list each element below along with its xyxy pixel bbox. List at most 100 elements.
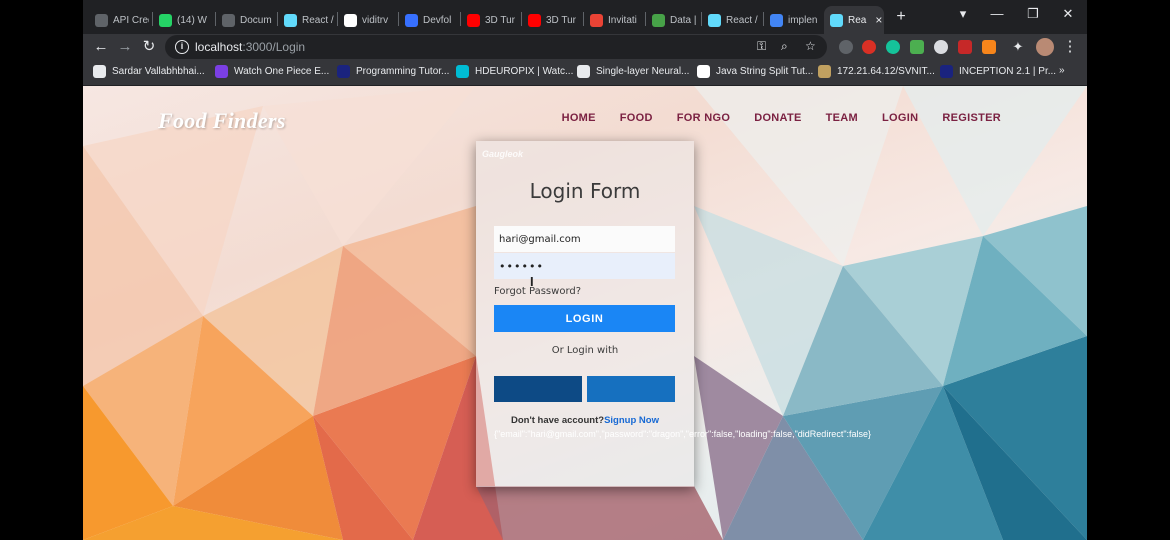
play-icon	[215, 65, 228, 78]
devfolio-icon	[405, 13, 418, 27]
metamask-icon[interactable]	[982, 40, 996, 54]
bookmark-icon	[337, 65, 350, 78]
browser-tab[interactable]: Invitati	[584, 6, 642, 34]
browser-tab[interactable]: React /	[702, 6, 760, 34]
browser-toolbar: ← → ↻ i localhost:3000/Login ⚿ ⌕ ☆ ✦ ⋮	[83, 34, 1087, 60]
tab-label: Data | c	[670, 14, 698, 26]
bookmark-item[interactable]: Sardar Vallabhbhai...	[93, 65, 205, 78]
social-login-button[interactable]	[494, 376, 582, 402]
browser-tab[interactable]: 3D Tur	[461, 6, 519, 34]
tab-label: React /	[726, 14, 758, 26]
bookmark-icon	[940, 65, 953, 78]
browser-tab[interactable]: React /	[278, 6, 336, 34]
browser-tab[interactable]: (14) W	[153, 6, 213, 34]
browser-tab[interactable]: implen	[764, 6, 820, 34]
tab-label: Invitati	[608, 14, 637, 26]
nav-login[interactable]: LOGIN	[882, 112, 918, 124]
bookmark-item[interactable]: Programming Tutor...	[337, 65, 449, 78]
bookmark-label: 172.21.64.12/SVNIT...	[837, 66, 935, 77]
close-tab-icon[interactable]: ×	[875, 13, 882, 27]
forward-arrow-icon[interactable]: →	[115, 37, 135, 57]
browser-tab[interactable]: Data | c	[646, 6, 698, 34]
reload-icon[interactable]: ↻	[139, 37, 159, 57]
tab-label: Docum	[240, 14, 272, 26]
menu-icon[interactable]: ⋮	[1060, 37, 1080, 57]
bookmark-item[interactable]: 172.21.64.12/SVNIT...	[818, 65, 935, 78]
star-icon[interactable]: ☆	[805, 39, 816, 53]
bookmark-label: HDEUROPIX | Watc...	[475, 66, 574, 77]
browser-chrome: API Creden (14) W Docum React / viditrv Devfo…	[83, 0, 1087, 86]
youtube-icon	[467, 13, 480, 27]
back-arrow-icon[interactable]: ←	[91, 37, 111, 57]
chevron-down-icon[interactable]: ▾	[948, 6, 978, 22]
key-icon[interactable]: ⚿	[757, 39, 766, 54]
no-account-text: Don't have account?	[511, 415, 605, 426]
tab-label: API Creden	[113, 14, 149, 26]
globe-icon	[93, 65, 106, 78]
login-button[interactable]: LOGIN	[494, 305, 675, 332]
minimize-icon[interactable]: —	[982, 6, 1012, 21]
tab-strip: API Creden (14) W Docum React / viditrv Devfo…	[83, 0, 1087, 34]
browser-tab[interactable]: Rea ×	[824, 6, 884, 34]
restore-icon[interactable]: ❐	[1018, 6, 1048, 22]
nav-home[interactable]: HOME	[562, 112, 596, 124]
bookmark-item[interactable]: Single-layer Neural...	[577, 65, 689, 78]
avatar[interactable]	[1036, 38, 1054, 56]
zoom-icon[interactable]: ⌕	[781, 39, 788, 54]
puzzle-icon[interactable]: ✦	[1008, 37, 1028, 57]
extension-icon[interactable]	[958, 40, 972, 54]
info-icon[interactable]: i	[175, 40, 189, 54]
whatsapp-icon	[159, 13, 172, 27]
mongodb-icon	[652, 13, 665, 27]
bookmark-item[interactable]: Watch One Piece E...	[215, 65, 329, 78]
card-badge: Gaugleok	[482, 149, 524, 159]
extension-icon[interactable]	[862, 40, 876, 54]
react-icon	[708, 13, 721, 27]
github-icon	[344, 13, 357, 27]
email-field[interactable]: hari@gmail.com	[494, 226, 675, 252]
browser-tab[interactable]: 3D Tur	[522, 6, 580, 34]
grammarly-icon[interactable]	[886, 40, 900, 54]
bookmark-item[interactable]: INCEPTION 2.1 | Pr...	[940, 65, 1056, 78]
address-bar[interactable]: i localhost:3000/Login ⚿ ⌕ ☆	[165, 35, 827, 59]
password-field[interactable]: ••••••	[494, 253, 675, 279]
browser-tab[interactable]: Devfol	[399, 6, 457, 34]
jn-icon	[697, 65, 710, 78]
bookmarks-bar: » Sardar Vallabhbhai... Watch One Piece E…	[83, 60, 1087, 86]
bookmark-item[interactable]: HDEUROPIX | Watc...	[456, 65, 573, 78]
url-text[interactable]: localhost:3000/Login	[195, 40, 305, 54]
debug-state-text: {"email":"hari@gmail.com","password":"dr…	[494, 429, 872, 439]
form-title: Login Form	[529, 179, 641, 203]
forgot-password-link[interactable]: Forgot Password?	[494, 286, 581, 297]
page-icon	[818, 65, 831, 78]
bookmark-label: Single-layer Neural...	[596, 66, 690, 77]
browser-tab[interactable]: Docum	[216, 6, 276, 34]
bookmark-label: Watch One Piece E...	[234, 66, 330, 77]
extension-icon[interactable]	[839, 40, 853, 54]
social-login-button[interactable]	[587, 376, 675, 402]
screenshot-root: API Creden (14) W Docum React / viditrv Devfo…	[0, 0, 1170, 540]
globe-icon	[222, 13, 235, 27]
more-bookmarks-icon[interactable]: »	[1059, 65, 1065, 76]
hd-icon	[456, 65, 469, 78]
close-window-icon[interactable]: ✕	[1053, 6, 1083, 22]
nav-register[interactable]: REGISTER	[942, 112, 1001, 124]
extension-icon[interactable]	[910, 40, 924, 54]
web-page: Food Finders HOME FOOD FOR NGO DONATE TE…	[83, 86, 1087, 540]
signup-link[interactable]: Signup Now	[604, 415, 659, 426]
nav-donate[interactable]: DONATE	[754, 112, 801, 124]
browser-tab[interactable]: API Creden	[89, 6, 149, 34]
bookmark-item[interactable]: Java String Split Tut...	[697, 65, 813, 78]
tab-label: viditrv	[362, 14, 389, 26]
image-icon	[577, 65, 590, 78]
site-logo[interactable]: Food Finders	[158, 108, 286, 134]
nav-for-ngo[interactable]: FOR NGO	[677, 112, 730, 124]
nav-team[interactable]: TEAM	[826, 112, 858, 124]
tab-label: React /	[302, 14, 334, 26]
extension-icon[interactable]	[934, 40, 948, 54]
signup-prompt: Don't have account?Signup Now	[476, 415, 694, 426]
tab-label: (14) W	[177, 14, 207, 26]
new-tab-button[interactable]: +	[886, 8, 916, 26]
nav-food[interactable]: FOOD	[620, 112, 653, 124]
browser-tab[interactable]: viditrv	[338, 6, 396, 34]
